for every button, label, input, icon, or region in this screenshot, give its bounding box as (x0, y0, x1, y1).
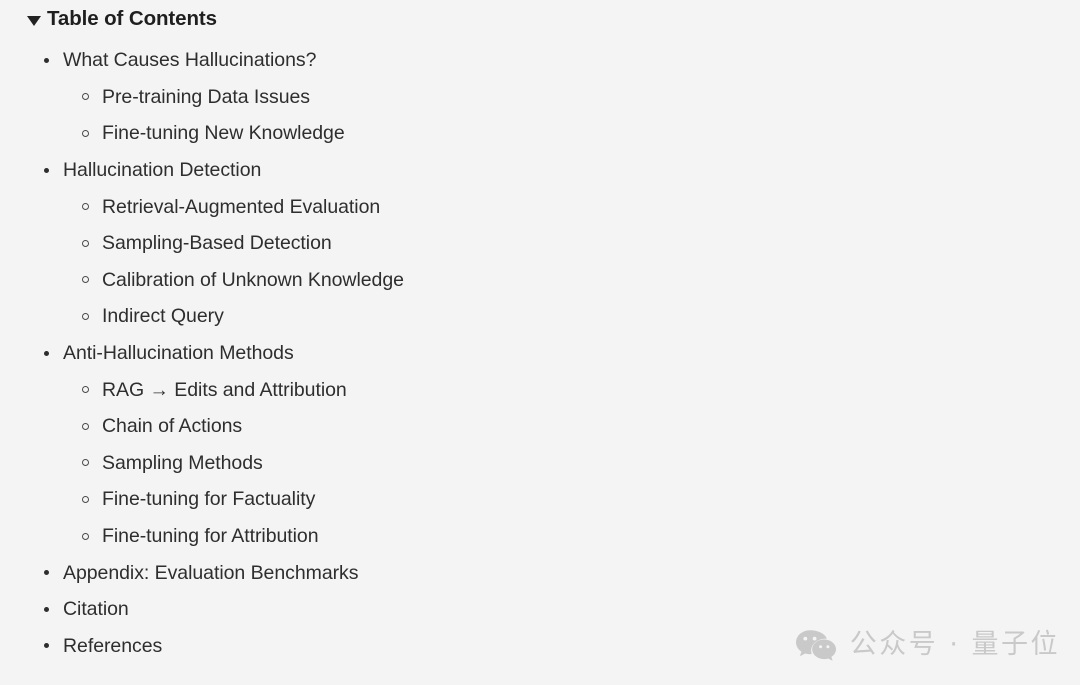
toc-item: Anti-Hallucination Methods RAG → Edits an… (0, 335, 1080, 555)
toc-header[interactable]: Table of Contents (0, 0, 1080, 30)
toc-subitem: Retrieval-Augmented Evaluation (0, 188, 1080, 225)
toc-subitem-label: Chain of Actions (102, 415, 243, 438)
toc-link-level-2[interactable]: Chain of Actions (0, 408, 1080, 445)
toc-link-level-2[interactable]: RAG → Edits and Attribution (0, 371, 1080, 408)
toc-subitem-label: Fine-tuning for Factuality (102, 488, 316, 511)
toc-item-label: Citation (63, 598, 129, 621)
hollow-bullet-icon (82, 312, 89, 320)
toc-link-level-2[interactable]: Pre-training Data Issues (0, 79, 1080, 116)
hollow-bullet-icon (82, 239, 89, 247)
toc-subitem-label: RAG → Edits and Attribution (102, 378, 347, 401)
toc-item: What Causes Hallucinations? Pre-training … (0, 42, 1080, 152)
toc-item: Appendix: Evaluation Benchmarks (0, 554, 1080, 591)
hollow-bullet-icon (82, 203, 89, 211)
toc-sublist: RAG → Edits and Attribution Chain of Acti… (0, 371, 1080, 554)
hollow-bullet-icon (82, 276, 89, 284)
toc-subitem-label: Calibration of Unknown Knowledge (102, 268, 404, 291)
toc-item-label: What Causes Hallucinations? (63, 49, 317, 72)
toc-subitem-label: Fine-tuning for Attribution (102, 525, 319, 548)
bullet-icon (44, 167, 49, 173)
toc-link-level-2[interactable]: Calibration of Unknown Knowledge (0, 262, 1080, 299)
hollow-bullet-icon (82, 93, 89, 101)
toc-subitem: Fine-tuning for Attribution (0, 518, 1080, 555)
page-title: Table of Contents (47, 7, 217, 30)
toc-link-level-2[interactable]: Fine-tuning for Factuality (0, 481, 1080, 518)
bullet-icon (44, 606, 49, 612)
toc-subitem: Calibration of Unknown Knowledge (0, 262, 1080, 299)
toc-item-label: Hallucination Detection (63, 159, 262, 182)
toc-subitem: Sampling Methods (0, 445, 1080, 482)
toc-subitem-label: Sampling-Based Detection (102, 232, 332, 255)
toc-subitem: Chain of Actions (0, 408, 1080, 445)
toc-link-level-1[interactable]: Appendix: Evaluation Benchmarks (0, 554, 1080, 591)
hollow-bullet-icon (82, 386, 89, 394)
toc-link-level-1[interactable]: Citation (0, 591, 1080, 628)
toc-item-label: References (63, 634, 163, 657)
wechat-icon (795, 630, 836, 661)
toc-list: What Causes Hallucinations? Pre-training … (0, 42, 1080, 664)
toc-link-level-2[interactable]: Sampling Methods (0, 445, 1080, 482)
table-of-contents-panel: Table of Contents What Causes Hallucinat… (0, 0, 1080, 685)
toc-link-level-2[interactable]: Fine-tuning for Attribution (0, 518, 1080, 555)
bullet-icon (44, 643, 49, 649)
bullet-icon (44, 570, 49, 576)
disclosure-triangle-icon[interactable] (27, 15, 41, 26)
toc-sublist: Retrieval-Augmented Evaluation Sampling-B… (0, 188, 1080, 334)
toc-subitem-label: Fine-tuning New Knowledge (102, 122, 345, 145)
hollow-bullet-icon (82, 459, 89, 467)
hollow-bullet-icon (82, 532, 89, 540)
bullet-icon (44, 350, 49, 356)
toc-link-level-2[interactable]: Sampling-Based Detection (0, 225, 1080, 262)
toc-item: Hallucination Detection Retrieval-Augment… (0, 152, 1080, 335)
hollow-bullet-icon (82, 422, 89, 430)
toc-item-label: Anti-Hallucination Methods (63, 342, 294, 365)
toc-subitem: Fine-tuning for Factuality (0, 481, 1080, 518)
toc-link-level-1[interactable]: Anti-Hallucination Methods (0, 335, 1080, 372)
bullet-icon (44, 57, 49, 63)
toc-link-level-2[interactable]: Retrieval-Augmented Evaluation (0, 188, 1080, 225)
toc-sublist: Pre-training Data Issues Fine-tuning New … (0, 79, 1080, 152)
toc-item: Citation (0, 591, 1080, 628)
toc-subitem: Indirect Query (0, 298, 1080, 335)
toc-link-level-1[interactable]: Hallucination Detection (0, 152, 1080, 189)
toc-link-level-1[interactable]: What Causes Hallucinations? (0, 42, 1080, 79)
toc-link-level-2[interactable]: Indirect Query (0, 298, 1080, 335)
toc-item-label: Appendix: Evaluation Benchmarks (63, 561, 359, 584)
toc-subitem: Pre-training Data Issues (0, 79, 1080, 116)
toc-subitem-label: Indirect Query (102, 305, 224, 328)
toc-subitem-label: Pre-training Data Issues (102, 85, 310, 108)
toc-link-level-2[interactable]: Fine-tuning New Knowledge (0, 115, 1080, 152)
toc-subitem-label: Sampling Methods (102, 451, 263, 474)
toc-subitem: Sampling-Based Detection (0, 225, 1080, 262)
toc-subitem: Fine-tuning New Knowledge (0, 115, 1080, 152)
hollow-bullet-icon (82, 129, 89, 137)
toc-subitem: RAG → Edits and Attribution (0, 371, 1080, 408)
toc-subitem-label: Retrieval-Augmented Evaluation (102, 195, 381, 218)
hollow-bullet-icon (82, 495, 89, 503)
watermark: 公众号 · 量子位 (795, 629, 1060, 661)
watermark-text: 公众号 · 量子位 (849, 629, 1060, 660)
